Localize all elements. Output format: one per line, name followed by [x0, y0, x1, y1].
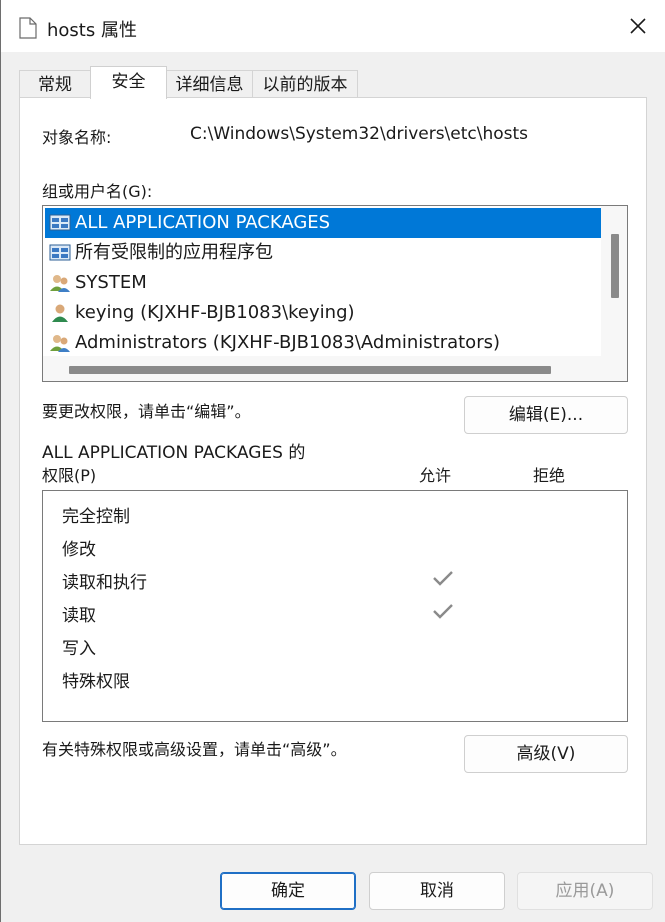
ok-button[interactable]: 确定: [220, 872, 356, 910]
cancel-button[interactable]: 取消: [369, 872, 505, 910]
file-icon: [19, 17, 37, 39]
user-group-icon: [50, 275, 70, 292]
permission-row: 读取: [43, 595, 627, 628]
permissions-label: 权限(P): [42, 466, 97, 485]
apply-button[interactable]: 应用(A): [517, 872, 653, 910]
tab-security[interactable]: 安全: [90, 66, 167, 99]
deny-header: 拒绝: [533, 466, 566, 485]
tab-details[interactable]: 详细信息: [166, 70, 253, 98]
permission-row: 读取和执行: [43, 562, 627, 595]
security-panel: 对象名称: C:\Windows\System32\drivers\etc\ho…: [19, 97, 647, 845]
close-button[interactable]: [610, 0, 665, 52]
list-item[interactable]: Administrators (KJXHF-BJB1083\Administra…: [45, 328, 601, 358]
permissions-list: 完全控制 修改 读取和执行 读取 写入 特殊权限: [42, 490, 628, 722]
permission-name: 写入: [62, 639, 96, 659]
advanced-button[interactable]: 高级(V): [464, 735, 628, 773]
edit-button[interactable]: 编辑(E)...: [464, 396, 628, 434]
groups-label: 组或用户名(G):: [42, 182, 153, 201]
list-item[interactable]: ALL APPLICATION PACKAGES: [45, 208, 601, 238]
properties-dialog: hosts 属性 常规 安全 详细信息 以前的版本 对象名称: C:\Windo…: [0, 0, 665, 922]
allow-header: 允许: [419, 466, 452, 485]
close-icon: [630, 18, 646, 34]
title-bar[interactable]: hosts 属性: [1, 0, 665, 52]
permission-row: 写入: [43, 628, 627, 661]
permissions-title: ALL APPLICATION PACKAGES 的: [42, 443, 306, 463]
permission-name: 修改: [62, 540, 96, 560]
list-item[interactable]: keying (KJXHF-BJB1083\keying): [45, 298, 601, 328]
app-packages-icon: [49, 244, 71, 261]
permission-name: 完全控制: [62, 507, 130, 527]
tab-previous-versions[interactable]: 以前的版本: [252, 70, 358, 98]
user-group-icon: [50, 335, 70, 352]
list-item[interactable]: 所有受限制的应用程序包: [45, 238, 601, 268]
app-packages-icon: [49, 214, 71, 231]
vertical-scroll-thumb[interactable]: [611, 234, 619, 298]
group-name: keying (KJXHF-BJB1083\keying): [75, 302, 355, 323]
permission-name: 特殊权限: [62, 672, 130, 692]
group-name: Administrators (KJXHF-BJB1083\Administra…: [75, 332, 500, 353]
edit-hint: 要更改权限，请单击“编辑”。: [42, 402, 251, 421]
advanced-hint: 有关特殊权限或高级设置，请单击“高级”。: [42, 740, 347, 759]
horizontal-scroll-thumb[interactable]: [69, 366, 551, 374]
permission-row: 特殊权限: [43, 661, 627, 694]
permission-name: 读取: [62, 606, 96, 626]
object-name-label: 对象名称:: [42, 128, 112, 147]
vertical-scrollbar[interactable]: [601, 206, 627, 356]
object-name-value: C:\Windows\System32\drivers\etc\hosts: [190, 124, 529, 144]
checkmark-icon: [433, 604, 453, 619]
permission-name: 读取和执行: [62, 573, 147, 593]
horizontal-scrollbar[interactable]: [43, 356, 627, 381]
list-item[interactable]: SYSTEM: [45, 268, 601, 298]
checkmark-icon: [433, 571, 453, 586]
window-title: hosts 属性: [47, 20, 137, 41]
group-name: SYSTEM: [75, 272, 147, 293]
group-name: 所有受限制的应用程序包: [75, 242, 273, 263]
group-name: ALL APPLICATION PACKAGES: [75, 212, 331, 233]
permission-row: 完全控制: [43, 496, 627, 529]
tab-general[interactable]: 常规: [19, 70, 91, 98]
user-icon: [52, 304, 68, 322]
permission-row: 修改: [43, 529, 627, 562]
groups-list[interactable]: ALL APPLICATION PACKAGES 所有受限制的应用程序包 SYS…: [42, 205, 628, 382]
